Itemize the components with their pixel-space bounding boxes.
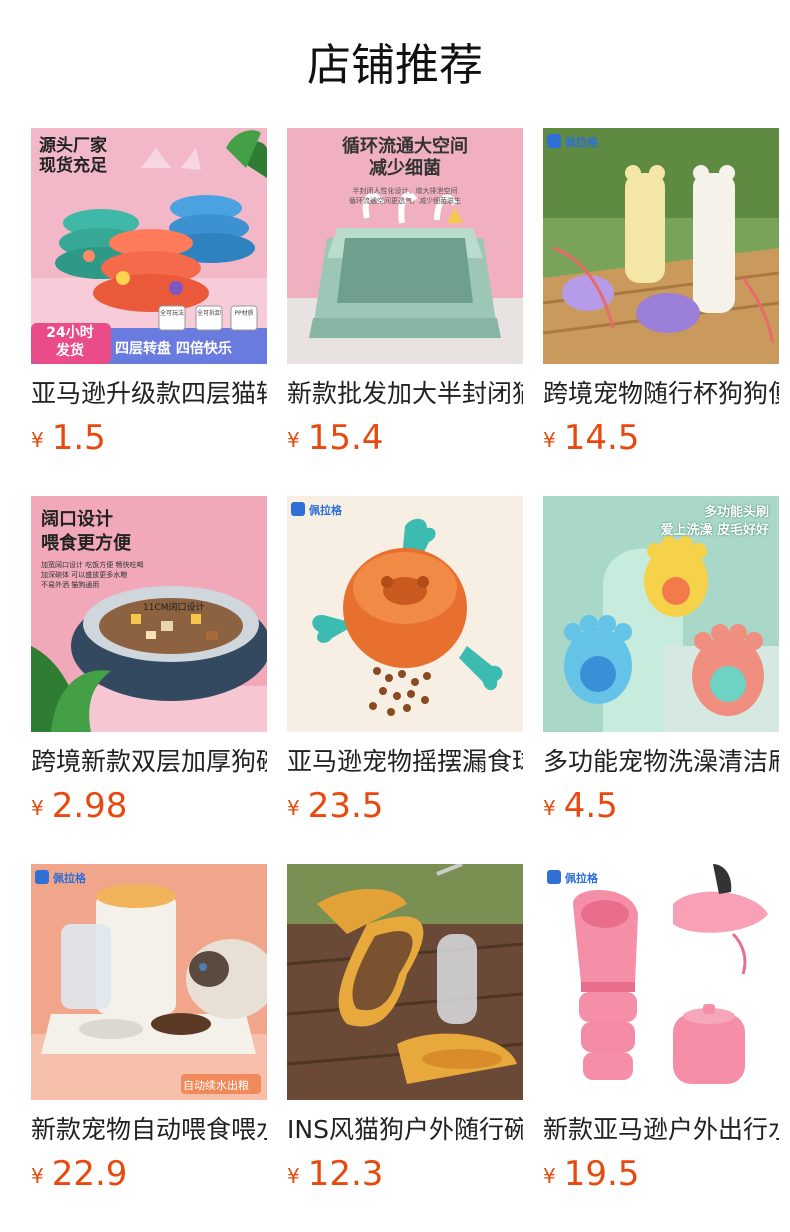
price-value: 14.5: [563, 418, 640, 458]
product-price: ¥4.5: [543, 786, 779, 832]
page-title: 店铺推荐: [307, 40, 483, 91]
product-price: ¥1.5: [31, 418, 267, 464]
currency-symbol: ¥: [543, 428, 556, 452]
product-image[interactable]: 源头厂家 现货充足 24小时 发货 四层转盘 四倍快乐 全可玩法 全可拆卸 PP…: [31, 128, 267, 364]
product-name[interactable]: INS风猫狗户外随行碗: [287, 1114, 523, 1146]
product-name[interactable]: 新款亚马逊户外出行水杯: [543, 1114, 779, 1146]
price-value: 15.4: [307, 418, 384, 458]
product-price: ¥19.5: [543, 1154, 779, 1200]
product-card[interactable]: 佩拉格 新款亚马逊户外出行水杯 ¥19.5: [543, 864, 779, 1200]
product-price: ¥22.9: [31, 1154, 267, 1200]
product-card[interactable]: 源头厂家 现货充足 24小时 发货 四层转盘 四倍快乐 全可玩法 全可拆卸 PP…: [31, 128, 267, 464]
product-image[interactable]: 佩拉格 自动续水出粮: [31, 864, 267, 1100]
product-card[interactable]: 佩拉格 亚马逊宠物摇摆漏食球 ¥23.5: [287, 496, 523, 832]
product-name[interactable]: 新款宠物自动喂食喂水器: [31, 1114, 267, 1146]
currency-symbol: ¥: [287, 1164, 300, 1188]
product-image[interactable]: 佩拉格: [543, 864, 779, 1100]
product-card[interactable]: 阔口设计 喂食更方便 加宽阔口设计 吃饭方便 畅快吃喝 加深碗体 可以盛放更多水…: [31, 496, 267, 832]
product-price: ¥12.3: [287, 1154, 523, 1200]
currency-symbol: ¥: [31, 1164, 44, 1188]
currency-symbol: ¥: [543, 1164, 556, 1188]
product-image[interactable]: 循环流通大空间 减少细菌 半封闭人性化设计，增大排泄空间 循环流通空间更透气，减…: [287, 128, 523, 364]
price-value: 1.5: [51, 418, 106, 458]
product-image[interactable]: 多功能头刷 爱上洗澡 皮毛好好: [543, 496, 779, 732]
product-name[interactable]: 跨境新款双层加厚狗碗: [31, 746, 267, 778]
price-value: 12.3: [307, 1154, 384, 1194]
currency-symbol: ¥: [31, 428, 44, 452]
product-image[interactable]: 佩拉格: [287, 496, 523, 732]
product-card[interactable]: INS风猫狗户外随行碗 ¥12.3: [287, 864, 523, 1200]
product-price: ¥15.4: [287, 418, 523, 464]
currency-symbol: ¥: [287, 796, 300, 820]
product-name[interactable]: 跨境宠物随行杯狗狗便携水杯: [543, 378, 779, 410]
currency-symbol: ¥: [543, 796, 556, 820]
price-value: 2.98: [51, 786, 128, 826]
product-image[interactable]: 阔口设计 喂食更方便 加宽阔口设计 吃饭方便 畅快吃喝 加深碗体 可以盛放更多水…: [31, 496, 267, 732]
product-card[interactable]: 循环流通大空间 减少细菌 半封闭人性化设计，增大排泄空间 循环流通空间更透气，减…: [287, 128, 523, 464]
product-name[interactable]: 多功能宠物洗澡清洁刷: [543, 746, 779, 778]
product-name[interactable]: 亚马逊宠物摇摆漏食球: [287, 746, 523, 778]
currency-symbol: ¥: [287, 428, 300, 452]
product-card[interactable]: 佩拉格 跨境宠物随行杯狗狗便携水杯 ¥14.5: [543, 128, 779, 464]
currency-symbol: ¥: [31, 796, 44, 820]
product-image[interactable]: 佩拉格: [543, 128, 779, 364]
price-value: 23.5: [307, 786, 384, 826]
product-name[interactable]: 亚马逊升级款四层猫转盘: [31, 378, 267, 410]
product-price: ¥14.5: [543, 418, 779, 464]
product-price: ¥2.98: [31, 786, 267, 832]
price-value: 19.5: [563, 1154, 640, 1194]
product-card[interactable]: 佩拉格 自动续水出粮 新款宠物自动喂食喂水器 ¥22.9: [31, 864, 267, 1200]
price-value: 4.5: [563, 786, 618, 826]
product-card[interactable]: 多功能头刷 爱上洗澡 皮毛好好 多功能宠物洗澡清洁刷 ¥4.5: [543, 496, 779, 832]
product-image[interactable]: [287, 864, 523, 1100]
product-price: ¥23.5: [287, 786, 523, 832]
price-value: 22.9: [51, 1154, 128, 1194]
product-name[interactable]: 新款批发加大半封闭猫砂盆: [287, 378, 523, 410]
